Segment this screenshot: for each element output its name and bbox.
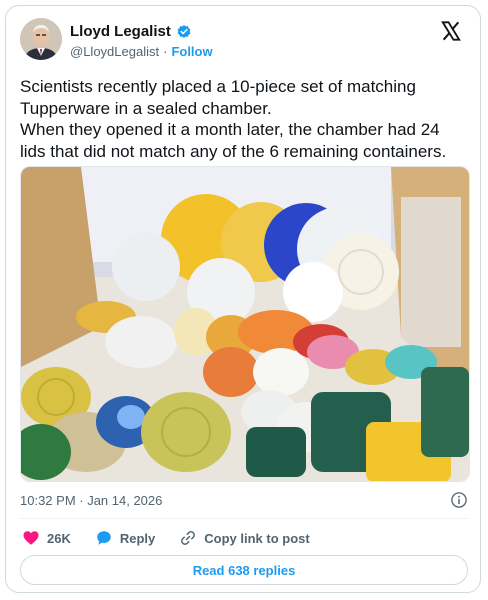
reply-label: Reply [119, 530, 156, 546]
reply-bubble-icon [97, 531, 111, 545]
divider [20, 518, 468, 519]
post-line: Tupperware in a sealed chamber. [20, 98, 272, 118]
like-count: 26K [47, 530, 71, 546]
action-bar: 26K Reply Copy link to post [22, 526, 334, 550]
post-image[interactable] [20, 166, 470, 482]
copy-link-label: Copy link to post [204, 530, 310, 546]
link-icon [181, 531, 196, 545]
post-text: Scientists recently placed a 10-piece se… [20, 76, 470, 162]
author-handle[interactable]: @LloydLegalist [70, 44, 159, 59]
verified-badge-icon [177, 24, 191, 38]
follow-button[interactable]: Follow [171, 44, 212, 59]
info-icon[interactable] [450, 491, 468, 509]
tupperware-lids-photo [21, 167, 469, 481]
author-name[interactable]: Lloyd Legalist [70, 23, 171, 40]
separator-dot: · [163, 44, 168, 59]
post-line: lids that did not match any of the 6 rem… [20, 141, 447, 161]
reply-button[interactable]: Reply [95, 529, 155, 547]
copy-link-button[interactable]: Copy link to post [179, 529, 310, 547]
like-button[interactable]: 26K [22, 529, 71, 547]
x-logo-icon[interactable] [440, 20, 462, 42]
read-replies-button[interactable]: Read 638 replies [20, 555, 468, 585]
post-timestamp[interactable]: 10:32 PM · Jan 14, 2026 [20, 493, 162, 508]
post-card: Lloyd Legalist @LloydLegalist · Follow S… [5, 5, 481, 593]
post-line: Scientists recently placed a 10-piece se… [20, 77, 416, 96]
post-line: When they opened it a month later, the c… [20, 120, 440, 139]
avatar[interactable] [20, 18, 62, 60]
heart-icon [23, 531, 39, 545]
